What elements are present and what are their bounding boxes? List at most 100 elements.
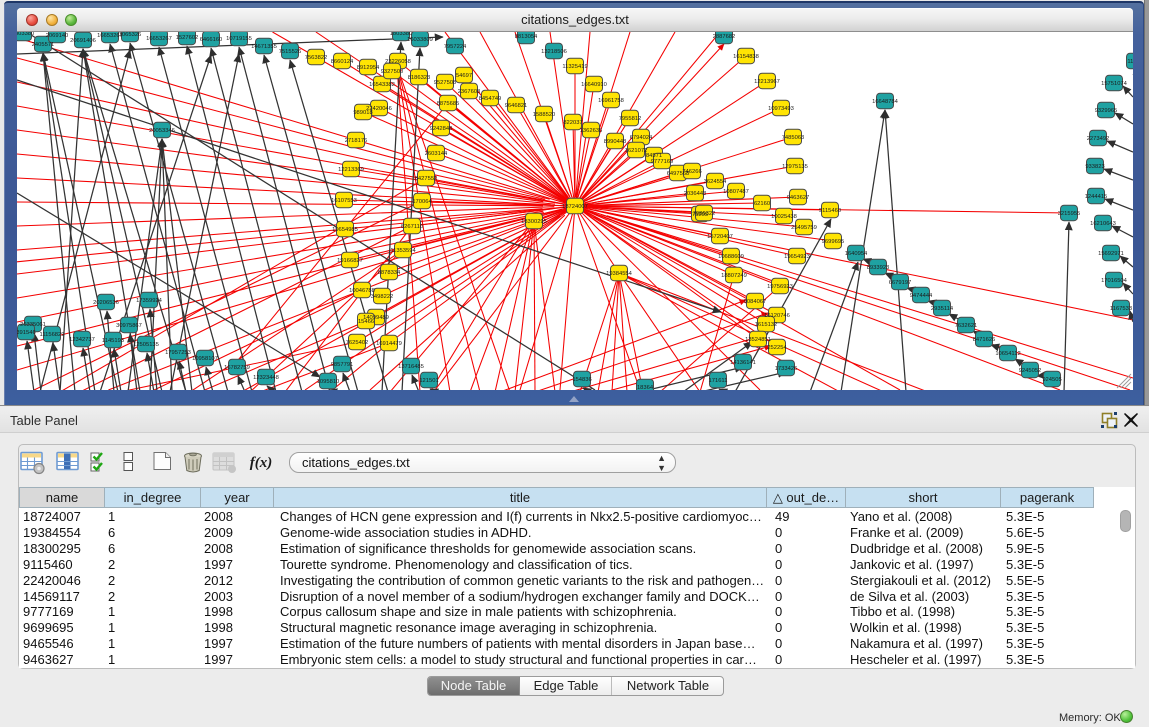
svg-text:3498222: 3498222 [371, 294, 394, 300]
svg-text:9777169: 9777169 [651, 159, 674, 165]
svg-text:62160: 62160 [754, 201, 770, 207]
svg-text:8878334: 8878334 [378, 270, 401, 276]
svg-text:1640954: 1640954 [845, 251, 868, 257]
svg-text:2367608: 2367608 [458, 89, 481, 95]
svg-text:121501: 121501 [419, 378, 438, 384]
svg-text:9242848: 9242848 [430, 126, 453, 132]
svg-text:2718176: 2718176 [345, 138, 368, 144]
svg-text:15720407: 15720407 [707, 234, 733, 240]
svg-text:20206536: 20206536 [93, 300, 119, 306]
svg-text:19384554: 19384554 [606, 271, 633, 277]
svg-text:15466: 15466 [358, 319, 374, 325]
svg-text:8875685: 8875685 [437, 101, 460, 107]
svg-text:9527508: 9527508 [434, 80, 457, 86]
svg-text:16648784: 16648784 [872, 99, 899, 105]
svg-text:10654112: 10654112 [995, 351, 1020, 357]
svg-text:19756923: 19756923 [767, 284, 793, 290]
svg-text:19166827: 19166827 [337, 258, 363, 264]
svg-text:9699695: 9699695 [822, 239, 845, 245]
svg-text:16914479: 16914479 [376, 341, 402, 347]
svg-text:1065326: 1065326 [119, 32, 142, 38]
svg-text:11353594: 11353594 [390, 248, 416, 254]
svg-text:25495759: 25495759 [791, 225, 817, 231]
svg-text:9084067: 9084067 [744, 299, 767, 305]
svg-text:154836: 154836 [572, 377, 591, 383]
svg-text:924505: 924505 [1042, 377, 1061, 383]
svg-text:252254: 252254 [767, 345, 787, 351]
svg-text:2069140: 2069140 [46, 33, 69, 39]
svg-text:8471626: 8471626 [973, 337, 996, 343]
svg-text:9646821: 9646821 [505, 103, 528, 109]
svg-text:1244415: 1244415 [1085, 194, 1108, 200]
svg-text:7986322: 7986322 [693, 211, 716, 217]
svg-text:2036443: 2036443 [684, 191, 707, 197]
svg-text:8267110: 8267110 [401, 224, 423, 230]
svg-text:20053346: 20053346 [149, 128, 175, 134]
svg-text:7515526: 7515526 [279, 49, 302, 55]
svg-text:10958107: 10958107 [192, 356, 218, 362]
svg-text:7955812: 7955812 [619, 116, 642, 122]
svg-text:989018: 989018 [353, 110, 372, 116]
svg-text:822037: 822037 [563, 120, 582, 126]
svg-text:14671355: 14671355 [251, 44, 277, 50]
svg-text:6794024: 6794024 [630, 135, 653, 141]
svg-text:2935114: 2935114 [931, 306, 954, 312]
svg-text:1615132: 1615132 [755, 322, 778, 328]
svg-text:8933923: 8933923 [867, 265, 890, 271]
svg-text:1095810: 1095810 [317, 379, 340, 385]
svg-text:19654923: 19654923 [784, 254, 810, 260]
svg-text:9474444: 9474444 [910, 293, 933, 299]
svg-text:170064: 170064 [412, 199, 432, 205]
svg-text:16961758: 16961758 [598, 98, 624, 104]
svg-text:10807487: 10807487 [723, 189, 749, 195]
svg-text:54697: 54697 [456, 73, 472, 79]
svg-text:8813054: 8813054 [515, 34, 538, 40]
svg-text:14136141: 14136141 [730, 360, 756, 366]
svg-text:8427552: 8427552 [415, 176, 438, 182]
svg-text:16782759: 16782759 [224, 365, 250, 371]
svg-text:17957253: 17957253 [165, 350, 191, 356]
svg-text:16120746: 16120746 [764, 313, 790, 319]
svg-text:19654985: 19654985 [332, 227, 358, 233]
svg-text:8660124: 8660124 [331, 59, 354, 65]
svg-text:26335061: 26335061 [20, 322, 46, 328]
svg-text:18807249: 18807249 [721, 273, 747, 279]
svg-text:12505135: 12505135 [133, 342, 159, 348]
svg-text:1588520: 1588520 [533, 112, 556, 118]
svg-text:171611: 171611 [709, 378, 728, 384]
svg-text:16107553: 16107553 [331, 198, 357, 204]
svg-text:8990448: 8990448 [604, 139, 627, 145]
svg-text:3624554: 3624554 [704, 179, 727, 185]
svg-text:7485063: 7485063 [782, 135, 805, 141]
svg-text:2603144: 2603144 [425, 151, 448, 157]
svg-text:9245052: 9245052 [1019, 368, 1042, 374]
svg-text:16154838: 16154838 [733, 54, 759, 60]
svg-text:2887682: 2887682 [713, 34, 736, 40]
svg-text:11325419: 11325419 [562, 64, 587, 70]
svg-text:7957224: 7957224 [444, 44, 467, 50]
svg-text:20691406: 20691406 [70, 38, 96, 44]
svg-text:11156829: 11156829 [40, 332, 65, 338]
svg-text:12975135: 12975135 [782, 164, 808, 170]
svg-text:10719155: 10719155 [226, 36, 252, 42]
svg-text:3215955: 3215955 [1058, 211, 1081, 217]
svg-text:391546: 391546 [17, 330, 36, 336]
svg-text:18300295: 18300295 [521, 219, 547, 225]
svg-text:16210643: 16210643 [1090, 221, 1116, 227]
svg-text:7563822: 7563822 [305, 55, 328, 61]
svg-text:6679197: 6679197 [889, 280, 912, 286]
svg-text:2405571: 2405571 [32, 42, 55, 48]
svg-text:12323448: 12323448 [253, 375, 279, 381]
svg-text:8912954: 8912954 [357, 65, 380, 71]
svg-text:18724007: 18724007 [562, 204, 588, 210]
svg-text:12213967: 12213967 [754, 79, 780, 85]
svg-text:17016504: 17016504 [1101, 278, 1128, 284]
svg-text:13716485: 13716485 [398, 364, 424, 370]
svg-text:9857791: 9857791 [331, 362, 354, 368]
svg-text:1527602: 1527602 [176, 35, 199, 41]
svg-text:23226058: 23226058 [385, 59, 411, 65]
svg-text:15692971: 15692971 [1098, 251, 1124, 257]
svg-text:f(x): f(x) [250, 455, 273, 471]
svg-text:12213369: 12213369 [338, 167, 364, 173]
svg-text:8186323: 8186323 [408, 75, 431, 81]
